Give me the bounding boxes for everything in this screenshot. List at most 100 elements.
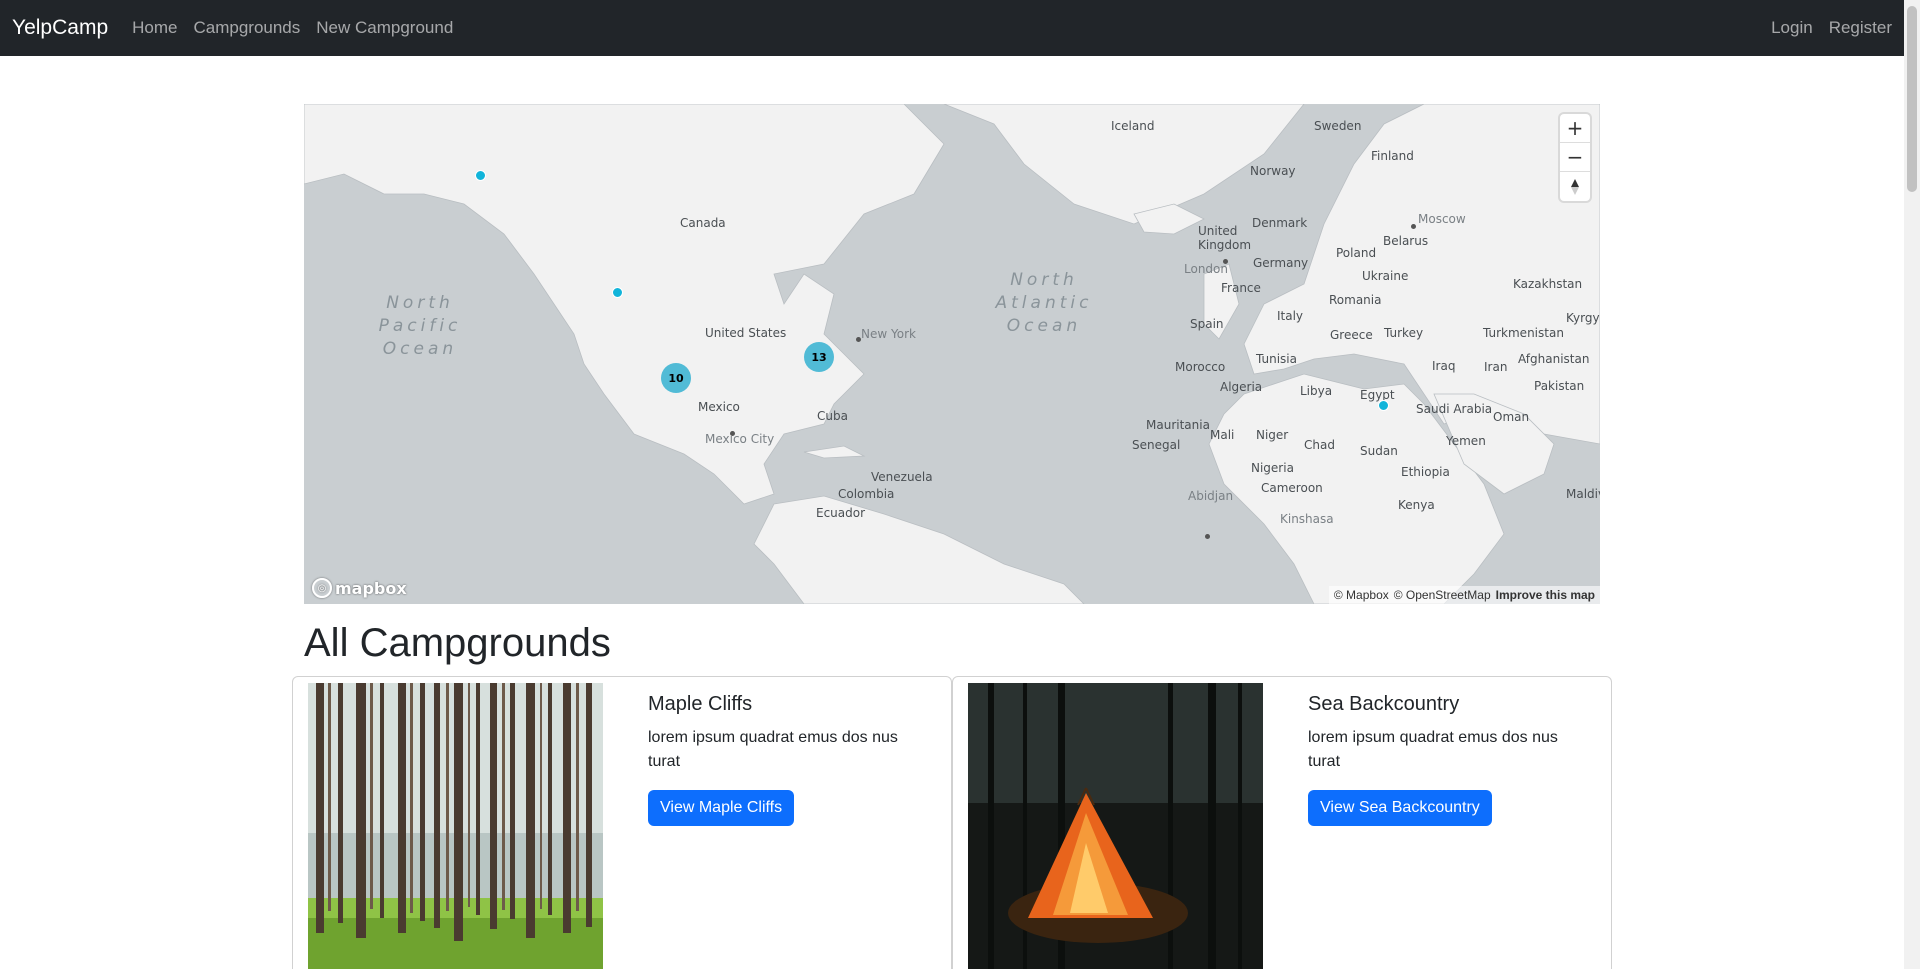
map-controls: + − bbox=[1560, 114, 1590, 201]
nav-register[interactable]: Register bbox=[1829, 18, 1892, 38]
compass-button[interactable] bbox=[1560, 172, 1590, 201]
navbar: YelpCamp Home Campgrounds New Campground… bbox=[0, 0, 1904, 56]
place-label: Morocco bbox=[1175, 360, 1226, 374]
campground-description: lorem ipsum quadrat emus dos nus turat bbox=[648, 729, 898, 770]
cluster-marker[interactable]: 13 bbox=[804, 342, 834, 372]
zoom-in-button[interactable]: + bbox=[1560, 114, 1590, 143]
place-label: Iran bbox=[1484, 360, 1508, 374]
city-dot bbox=[1205, 534, 1210, 539]
campground-title: Maple Cliffs bbox=[648, 693, 753, 715]
place-label: Spain bbox=[1190, 317, 1224, 331]
card-body: Sea Backcountry lorem ipsum quadrat emus… bbox=[1308, 693, 1588, 826]
cluster-marker[interactable]: 10 bbox=[661, 363, 691, 393]
place-label: Saudi Arabia bbox=[1416, 402, 1493, 416]
campground-description: lorem ipsum quadrat emus dos nus turat bbox=[1308, 729, 1558, 770]
place-label: Moscow bbox=[1418, 212, 1466, 226]
place-label: Maldiv bbox=[1566, 487, 1600, 501]
city-dot bbox=[856, 337, 861, 342]
campground-card: Sea Backcountry lorem ipsum quadrat emus… bbox=[952, 676, 1612, 969]
place-label: Ecuador bbox=[816, 506, 866, 520]
place-label: Sudan bbox=[1360, 444, 1398, 458]
place-label: Sweden bbox=[1314, 119, 1362, 133]
place-label: Kazakhstan bbox=[1513, 277, 1583, 291]
place-label: Belarus bbox=[1383, 234, 1429, 248]
nav-new-campground[interactable]: New Campground bbox=[316, 18, 453, 38]
place-label: New York bbox=[861, 327, 916, 341]
place-label: Niger bbox=[1256, 428, 1289, 442]
ocean-label-atlantic: North Atlantic Ocean bbox=[995, 270, 1093, 336]
place-label: Romania bbox=[1329, 293, 1382, 307]
place-label: Norway bbox=[1250, 164, 1296, 178]
compass-north-icon bbox=[1571, 178, 1579, 187]
page-scrollbar[interactable] bbox=[1904, 0, 1920, 969]
place-label: Germany bbox=[1253, 256, 1309, 270]
compass-south-icon bbox=[1571, 186, 1579, 195]
place-label: Canada bbox=[680, 216, 726, 230]
city-dot bbox=[730, 431, 735, 436]
place-label: Yemen bbox=[1446, 434, 1486, 448]
campground-marker[interactable] bbox=[1378, 400, 1389, 411]
ocean-label-pacific: North Pacific Ocean bbox=[378, 293, 462, 359]
place-label: Kyrgyz bbox=[1566, 311, 1600, 325]
place-label: Tunisia bbox=[1256, 352, 1297, 366]
place-label: Denmark bbox=[1252, 216, 1308, 230]
place-label: Turkey bbox=[1384, 326, 1424, 340]
nav-home[interactable]: Home bbox=[132, 18, 177, 38]
mapbox-logo-text: mapbox bbox=[335, 578, 407, 598]
map-land bbox=[304, 104, 1600, 604]
attribution-osm[interactable]: © OpenStreetMap bbox=[1394, 588, 1491, 602]
place-label: Ethiopia bbox=[1401, 465, 1450, 479]
place-label: Nigeria bbox=[1251, 461, 1294, 475]
place-label: Cameroon bbox=[1261, 481, 1323, 495]
campground-marker[interactable] bbox=[612, 287, 623, 298]
place-label: Greece bbox=[1330, 328, 1373, 342]
city-dot bbox=[1223, 259, 1228, 264]
place-label: Poland bbox=[1336, 246, 1377, 260]
place-label: Finland bbox=[1371, 149, 1414, 163]
city-dot bbox=[1411, 224, 1416, 229]
place-label: United States bbox=[705, 326, 787, 340]
nav-login[interactable]: Login bbox=[1771, 18, 1813, 38]
place-label: Oman bbox=[1493, 410, 1530, 424]
place-label: Egypt bbox=[1360, 388, 1395, 402]
zoom-out-button[interactable]: − bbox=[1560, 143, 1590, 172]
campground-image bbox=[308, 683, 603, 969]
place-label: Mexico City bbox=[705, 432, 775, 446]
nav-auth: Login Register bbox=[1771, 18, 1904, 38]
campground-marker[interactable] bbox=[475, 170, 486, 181]
place-label: Algeria bbox=[1220, 380, 1263, 394]
campground-title: Sea Backcountry bbox=[1308, 693, 1460, 715]
place-label: Ukraine bbox=[1362, 269, 1409, 283]
place-label: Turkmenistan bbox=[1483, 326, 1564, 340]
attribution-mapbox[interactable]: © Mapbox bbox=[1334, 588, 1389, 602]
place-label: Iceland bbox=[1111, 119, 1155, 133]
place-label: Afghanistan bbox=[1518, 352, 1590, 366]
place-label: Italy bbox=[1277, 309, 1304, 323]
place-label: Kinshasa bbox=[1280, 512, 1334, 526]
place-label: Venezuela bbox=[871, 470, 933, 484]
place-label: Mali bbox=[1210, 428, 1235, 442]
place-label: Senegal bbox=[1132, 438, 1181, 452]
campground-image bbox=[968, 683, 1263, 969]
place-label: Cuba bbox=[817, 409, 848, 423]
mapbox-logo-icon: ◎ bbox=[312, 578, 332, 598]
view-campground-button[interactable]: View Sea Backcountry bbox=[1308, 790, 1492, 826]
scrollbar-thumb[interactable] bbox=[1907, 6, 1917, 192]
place-label: Colombia bbox=[838, 487, 895, 501]
place-label: United Kingdom bbox=[1198, 224, 1252, 252]
cluster-map[interactable]: North Pacific Ocean North Atlantic Ocean… bbox=[304, 104, 1600, 604]
map-attribution: © Mapbox © OpenStreetMap Improve this ma… bbox=[1328, 586, 1600, 604]
brand-link[interactable]: YelpCamp bbox=[12, 16, 108, 40]
place-label: Pakistan bbox=[1534, 379, 1585, 393]
nav-campgrounds[interactable]: Campgrounds bbox=[193, 18, 300, 38]
place-label: Chad bbox=[1304, 438, 1335, 452]
improve-map-link[interactable]: Improve this map bbox=[1496, 588, 1595, 602]
view-campground-button[interactable]: View Maple Cliffs bbox=[648, 790, 795, 826]
card-body: Maple Cliffs lorem ipsum quadrat emus do… bbox=[648, 693, 928, 826]
place-label: Mexico bbox=[698, 400, 740, 414]
place-label: France bbox=[1221, 281, 1261, 295]
place-label: Kenya bbox=[1398, 498, 1435, 512]
place-label: Libya bbox=[1300, 384, 1333, 398]
campground-card: Maple Cliffs lorem ipsum quadrat emus do… bbox=[292, 676, 952, 969]
mapbox-logo[interactable]: ◎ mapbox bbox=[312, 578, 407, 598]
